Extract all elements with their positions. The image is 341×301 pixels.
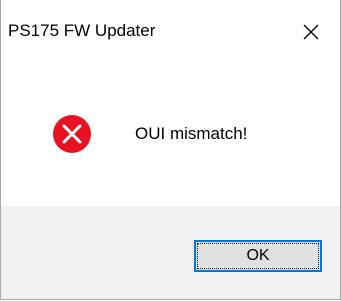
message-dialog: PS175 FW Updater OUI mismatch! OK: [0, 0, 341, 300]
ok-button[interactable]: OK: [194, 240, 322, 272]
title-bar[interactable]: PS175 FW Updater: [1, 0, 340, 64]
message-area: OUI mismatch!: [1, 64, 340, 205]
close-button[interactable]: [287, 14, 335, 50]
message-text: OUI mismatch!: [135, 124, 248, 143]
button-bar: OK: [1, 206, 340, 299]
ok-button-label: OK: [246, 247, 270, 264]
error-icon: [53, 115, 91, 153]
close-icon: [303, 24, 319, 40]
window-title: PS175 FW Updater: [8, 21, 156, 40]
